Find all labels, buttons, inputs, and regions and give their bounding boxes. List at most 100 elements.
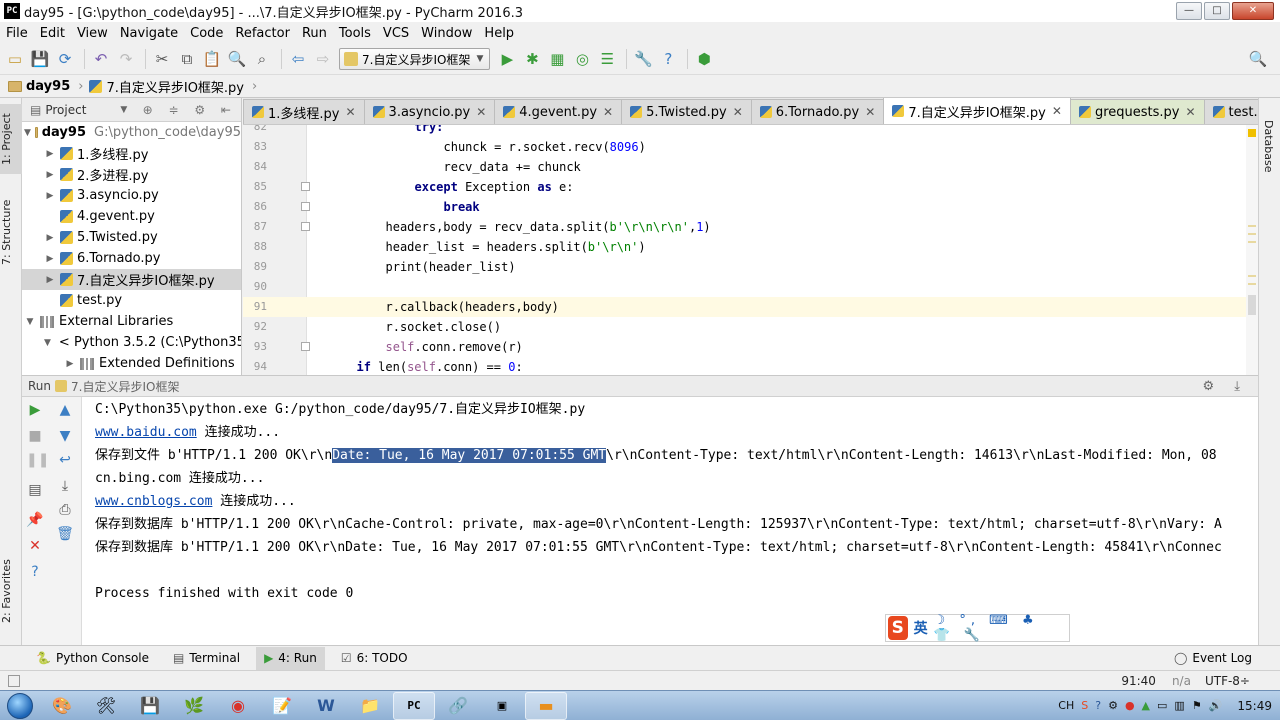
tray-language[interactable]: CH xyxy=(1058,699,1074,712)
taskbar-app-tools-icon[interactable]: 🛠 xyxy=(85,692,127,720)
chevron-right-icon[interactable]: ▶ xyxy=(44,275,56,285)
tab-structure[interactable]: 7: Structure xyxy=(0,190,22,274)
debug-icon[interactable]: ✱ xyxy=(521,48,543,70)
taskbar-app-notepad-icon[interactable]: 📝 xyxy=(261,692,303,720)
editor-tab[interactable]: 7.自定义异步IO框架.py ✕ xyxy=(883,98,1071,124)
tray-volume-icon[interactable]: 🔊 xyxy=(1209,699,1223,712)
close-run-icon[interactable]: ✕ xyxy=(26,537,44,555)
rerun-icon[interactable]: ▶ xyxy=(26,401,44,419)
start-button[interactable] xyxy=(0,691,40,720)
tree-extended-definitions[interactable]: ▶ Extended Definitions xyxy=(22,353,241,374)
chevron-right-icon[interactable]: ▶ xyxy=(64,359,76,369)
help-icon[interactable]: ? xyxy=(26,563,44,581)
tree-file-item[interactable]: ▶ 2.多进程.py xyxy=(22,164,241,185)
menu-edit[interactable]: Edit xyxy=(34,26,71,41)
tray-sogou-icon[interactable]: S xyxy=(1081,699,1088,712)
menu-vcs[interactable]: VCS xyxy=(377,26,415,41)
stop-icon[interactable]: ■ xyxy=(26,427,44,445)
plugin-icon[interactable]: ⬢ xyxy=(693,48,715,70)
tree-python-sdk[interactable]: ▼ < Python 3.5.2 (C:\Python35 xyxy=(22,332,241,353)
back-arrow-icon[interactable]: ⇦ xyxy=(287,48,309,70)
close-tab-icon[interactable]: ✕ xyxy=(1052,104,1062,118)
taskbar-app-cmd-icon[interactable]: ▣ xyxy=(481,692,523,720)
forward-arrow-icon[interactable]: ⇨ xyxy=(312,48,334,70)
run-console-output[interactable]: C:\Python35\python.exe G:/python_code/da… xyxy=(83,397,1258,646)
tray-flag-icon[interactable]: ⚑ xyxy=(1192,699,1202,712)
close-tab-icon[interactable]: ✕ xyxy=(603,105,613,119)
search-everywhere-icon[interactable]: 🔍 xyxy=(1247,48,1269,70)
chevron-down-icon[interactable]: ▼ xyxy=(24,128,31,138)
code-line[interactable]: 87 headers,body = recv_data.split(b'\r\n\… xyxy=(243,217,1246,237)
chevron-down-icon[interactable]: ▼ xyxy=(44,338,51,348)
python-console-button[interactable]: 🐍 Python Console xyxy=(28,647,157,670)
run-panel-file[interactable]: 7.自定义异步IO框架 xyxy=(71,378,179,395)
taskbar-app-pycharm-icon[interactable]: PC xyxy=(393,691,435,720)
project-view-select[interactable]: Project xyxy=(45,103,86,117)
print-icon[interactable]: ⎙ xyxy=(56,501,74,519)
menu-file[interactable]: File xyxy=(0,26,34,41)
paste-icon[interactable]: 📋 xyxy=(201,48,223,70)
run-tool-button[interactable]: ▶ 4: Run xyxy=(256,646,325,670)
code-line[interactable]: 85 except Exception as e: xyxy=(243,177,1246,197)
chevron-down-icon[interactable]: ▼ xyxy=(120,105,127,115)
close-button[interactable]: ✕ xyxy=(1232,2,1274,20)
run-icon[interactable]: ▶ xyxy=(496,48,518,70)
code-line[interactable]: 82 try: xyxy=(243,125,1246,137)
ime-toolbar[interactable]: S 英 ☽ °, ⌨ ♣ 👕 🔧 xyxy=(885,613,1070,643)
menu-view[interactable]: View xyxy=(71,26,114,41)
code-line[interactable]: 92 r.socket.close() xyxy=(243,317,1246,337)
soft-wrap-icon[interactable]: ↩ xyxy=(56,451,74,469)
breadcrumb-file[interactable]: 7.自定义异步IO框架.py xyxy=(89,77,252,96)
tray-network-icon[interactable]: ▥ xyxy=(1174,699,1184,712)
scroll-to-end-icon[interactable]: ⤓ xyxy=(56,477,74,495)
close-tab-icon[interactable]: ✕ xyxy=(733,105,743,119)
editor-tab[interactable]: 5.Twisted.py ✕ xyxy=(621,99,752,124)
tree-file-item[interactable]: test.py xyxy=(22,290,241,311)
console-link[interactable]: www.cnblogs.com xyxy=(95,494,212,509)
code-line[interactable]: 91 r.callback(headers,body) xyxy=(243,297,1246,317)
copy-icon[interactable]: ⧉ xyxy=(176,48,198,70)
code-editor[interactable]: 82 try: 83 chunck = r.socket.recv(8096) 84 re… xyxy=(243,125,1258,375)
editor-tab[interactable]: 3.asyncio.py ✕ xyxy=(363,99,496,124)
coverage-icon[interactable]: ▦ xyxy=(546,48,568,70)
tool-windows-toggle-icon[interactable] xyxy=(8,674,20,687)
caret-position[interactable]: 91:40 xyxy=(1121,674,1156,688)
find-icon[interactable]: 🔍 xyxy=(226,48,248,70)
profile-icon[interactable]: ◎ xyxy=(571,48,593,70)
tab-project[interactable]: 1: Project xyxy=(0,104,22,174)
tree-external-libraries[interactable]: ▼ External Libraries xyxy=(22,311,241,332)
editor-tab[interactable]: test.py✕ xyxy=(1203,99,1258,124)
tree-root-day95[interactable]: ▼ day95 G:\python_code\day95 xyxy=(22,122,241,143)
console-link[interactable]: www.baidu.com xyxy=(95,425,197,440)
menu-navigate[interactable]: Navigate xyxy=(114,26,184,41)
project-header-icons[interactable]: ⊕ ≑ ⚙ ⇤ xyxy=(143,103,237,117)
scroll-up-icon[interactable]: ▲ xyxy=(56,401,74,419)
close-tab-icon[interactable]: ✕ xyxy=(865,105,875,119)
taskbar-app-save-icon[interactable]: 💾 xyxy=(129,692,171,720)
undo-icon[interactable]: ↶ xyxy=(90,48,112,70)
tree-file-item[interactable]: ▶ 7.自定义异步IO框架.py xyxy=(22,269,241,290)
terminal-button[interactable]: ▤ Terminal xyxy=(165,647,248,670)
chevron-down-icon[interactable]: ▼ xyxy=(24,317,36,327)
code-line[interactable]: 89 print(header_list) xyxy=(243,257,1246,277)
redo-icon[interactable]: ↷ xyxy=(115,48,137,70)
code-line[interactable]: 83 chunck = r.socket.recv(8096) xyxy=(243,137,1246,157)
inspection-status-icon[interactable] xyxy=(1248,129,1256,137)
editor-tab[interactable]: 6.Tornado.py ✕ xyxy=(750,99,885,124)
restore-layout-icon[interactable]: ▤ xyxy=(26,481,44,499)
chevron-right-icon[interactable]: ▶ xyxy=(44,233,56,243)
taskbar-app-explorer-icon[interactable]: 📁 xyxy=(349,692,391,720)
close-tab-icon[interactable]: ✕ xyxy=(476,105,486,119)
taskbar-app-chrome-icon[interactable]: ◉ xyxy=(217,692,259,720)
code-line[interactable]: 86 break xyxy=(243,197,1246,217)
editor-tab[interactable]: grequests.py ✕ xyxy=(1069,99,1205,124)
replace-icon[interactable]: ⌕ xyxy=(251,48,273,70)
cut-icon[interactable]: ✂ xyxy=(151,48,173,70)
open-folder-icon[interactable]: ▭ xyxy=(4,48,26,70)
tab-favorites[interactable]: 2: Favorites xyxy=(0,548,22,634)
file-encoding[interactable]: UTF-8÷ xyxy=(1205,674,1250,688)
code-line[interactable]: 93 self.conn.remove(r) xyxy=(243,337,1246,357)
editor-scrollbar[interactable] xyxy=(1246,125,1258,375)
maximize-button[interactable]: □ xyxy=(1204,2,1230,20)
menu-tools[interactable]: Tools xyxy=(333,26,377,41)
